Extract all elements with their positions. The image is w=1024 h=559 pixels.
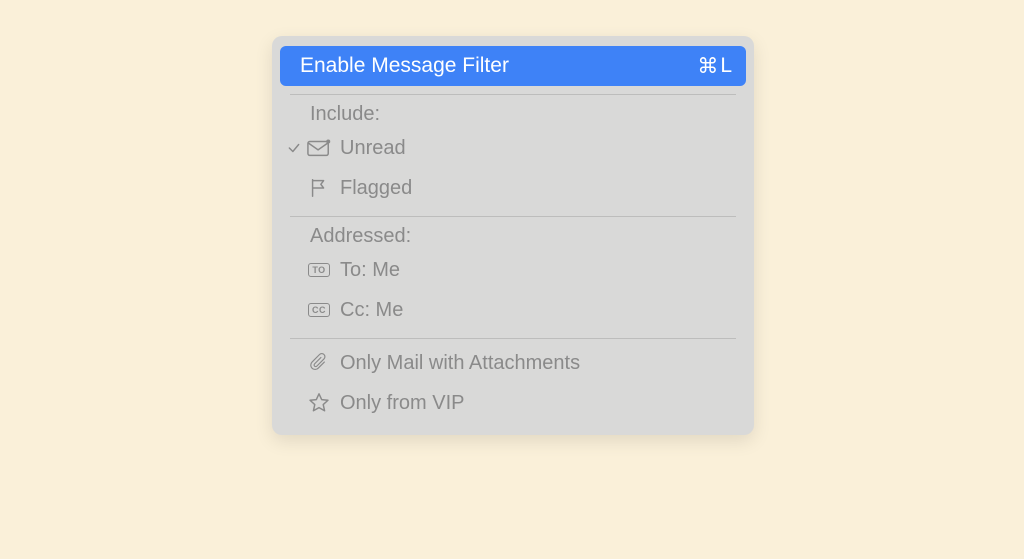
filter-menu-panel: Enable Message Filter ⌘ L Include: Unrea…: [272, 36, 754, 435]
to-badge-icon: TO: [304, 263, 334, 277]
paperclip-icon: [304, 352, 334, 374]
separator: [290, 94, 736, 95]
enable-message-filter-label: Enable Message Filter: [294, 54, 697, 78]
only-vip-label: Only from VIP: [340, 392, 736, 415]
include-unread-item[interactable]: Unread: [272, 128, 754, 168]
separator: [290, 338, 736, 339]
command-symbol-icon: ⌘: [697, 54, 718, 79]
include-flagged-item[interactable]: Flagged: [272, 168, 754, 208]
only-attachments-item[interactable]: Only Mail with Attachments: [272, 343, 754, 383]
addressed-cc-me-label: Cc: Me: [340, 299, 736, 322]
flag-icon: [304, 177, 334, 199]
addressed-to-me-item[interactable]: TO To: Me: [272, 250, 754, 290]
checkmark-icon: [284, 141, 304, 155]
addressed-section-title: Addressed:: [272, 221, 754, 250]
shortcut-label: ⌘ L: [697, 54, 732, 79]
addressed-cc-me-item[interactable]: CC Cc: Me: [272, 290, 754, 330]
unread-envelope-icon: [304, 138, 334, 158]
star-icon: [304, 392, 334, 414]
include-section-title: Include:: [272, 99, 754, 128]
only-attachments-label: Only Mail with Attachments: [340, 352, 736, 375]
separator: [290, 216, 736, 217]
cc-badge-icon: CC: [304, 303, 334, 317]
include-flagged-label: Flagged: [340, 177, 736, 200]
shortcut-key: L: [720, 54, 732, 78]
only-vip-item[interactable]: Only from VIP: [272, 383, 754, 423]
addressed-to-me-label: To: Me: [340, 259, 736, 282]
include-unread-label: Unread: [340, 137, 736, 160]
enable-message-filter-item[interactable]: Enable Message Filter ⌘ L: [280, 46, 746, 86]
